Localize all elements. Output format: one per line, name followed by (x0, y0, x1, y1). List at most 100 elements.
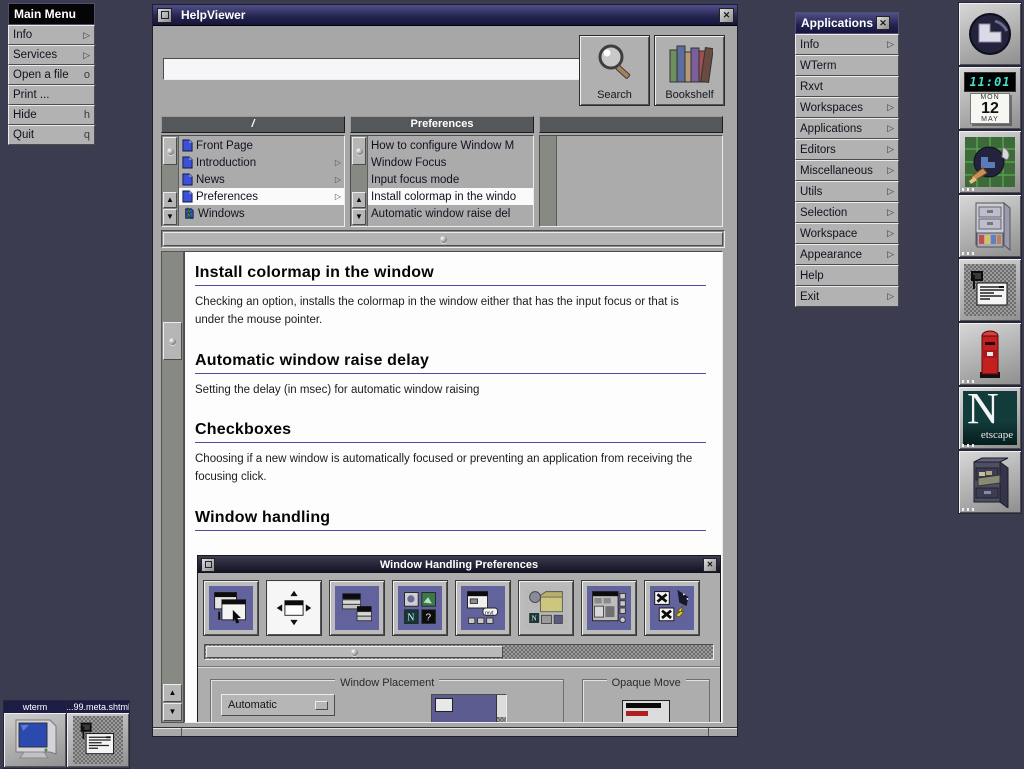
appicon-meta-shtml[interactable]: ...99.meta.shtml (66, 700, 130, 769)
apps-menu-item-appearance[interactable]: Appearance▷ (795, 244, 899, 265)
apps-menu-item-info[interactable]: Info▷ (795, 34, 899, 55)
document-icon (182, 190, 193, 203)
scroll-up-button[interactable]: ▲ (163, 684, 182, 702)
list-item-window-focus[interactable]: Window Focus (368, 154, 533, 171)
miniaturize-button[interactable] (157, 8, 172, 23)
submenu-arrow-icon: ▷ (887, 39, 894, 50)
apps-menu-item-exit[interactable]: Exit▷ (795, 286, 899, 307)
main-menu-item-open-a-file[interactable]: Open a file o (8, 65, 95, 85)
running-indicator (962, 444, 976, 447)
checkered-document-icon (73, 716, 123, 764)
column-items (557, 136, 722, 226)
scrollbar-thumb[interactable] (163, 137, 177, 165)
dock-tile-clock-calendar[interactable]: 11:01 MON 12 MAY (958, 66, 1022, 130)
dock-tile-archive-cabinet[interactable] (958, 450, 1022, 514)
apps-menu-item-wterm[interactable]: WTerm (795, 55, 899, 76)
calendar-icon: MON 12 MAY (970, 93, 1010, 124)
svg-text:N: N (531, 615, 537, 623)
desktop: { "colors": { "desktop_bg": "#3c3c50", "… (0, 0, 1024, 768)
window-resizebar[interactable] (153, 727, 737, 736)
column-header: Preferences (350, 116, 534, 133)
dock-tile-file-cabinet[interactable] (958, 194, 1022, 258)
scroll-down-button[interactable]: ▼ (352, 209, 366, 225)
scroll-down-button[interactable]: ▼ (163, 703, 182, 721)
dock-tile-netscape[interactable]: N etscape (958, 386, 1022, 450)
content-vertical-scrollbar[interactable]: ▲ ▼ (161, 251, 184, 723)
menu-item-label: Exit (800, 291, 887, 303)
dock-tile-window-maker[interactable] (958, 2, 1022, 66)
window-placement-group: Window Placement Automatic (210, 679, 564, 723)
list-item-news[interactable]: News ▷ (179, 171, 344, 188)
scroll-down-button[interactable]: ▼ (163, 209, 177, 225)
main-menu-title[interactable]: Main Menu (8, 3, 95, 25)
main-menu-item-quit[interactable]: Quit q (8, 125, 95, 145)
menu-item-label: Miscellaneous (800, 165, 887, 177)
scroll-up-button[interactable]: ▲ (163, 192, 177, 208)
apps-menu-item-help[interactable]: Help (795, 265, 899, 286)
list-item-introduction[interactable]: Introduction ▷ (179, 154, 344, 171)
apps-menu-item-workspace[interactable]: Workspace▷ (795, 223, 899, 244)
applications-menu-titlebar[interactable]: Applications ✕ (795, 12, 899, 34)
list-item-automatic-raise[interactable]: Automatic window raise del (368, 205, 533, 222)
main-menu-item-print[interactable]: Print ... (8, 85, 95, 105)
miniaturize-icon (205, 561, 212, 568)
search-button[interactable]: Search (579, 35, 650, 106)
menu-item-label: Workspaces (800, 102, 887, 114)
apps-menu-item-applications[interactable]: Applications▷ (795, 118, 899, 139)
column-header (539, 116, 723, 133)
scroll-up-button[interactable]: ▲ (352, 192, 366, 208)
column-scrollbar[interactable]: ▲ ▼ (351, 136, 368, 226)
embedded-titlebar: Window Handling Preferences ✕ (198, 556, 720, 573)
scrollbar-thumb[interactable] (163, 322, 182, 360)
list-item-how-to-configure[interactable]: How to configure Window M (368, 137, 533, 154)
apps-menu-item-rxvt[interactable]: Rxvt (795, 76, 899, 97)
apps-menu-item-selection[interactable]: Selection▷ (795, 202, 899, 223)
close-button[interactable]: ✕ (876, 16, 890, 30)
embedded-window-title: Window Handling Preferences (218, 559, 700, 571)
dock-tile-postbox-mail[interactable] (958, 322, 1022, 386)
submenu-arrow-icon: ▷ (887, 291, 894, 302)
column-scrollbar[interactable]: ▲ ▼ (162, 136, 179, 226)
digital-clock: 11:01 (964, 72, 1016, 92)
helpviewer-window: HelpViewer ✕ Search Bookshelf (152, 4, 738, 737)
bookshelf-button[interactable]: Bookshelf (654, 35, 725, 106)
list-item-label: How to configure Window M (371, 140, 530, 152)
list-item-label: Input focus mode (371, 174, 530, 186)
tile-window-handling (266, 580, 322, 636)
main-menu-item-services[interactable]: Services ▷ (8, 45, 95, 65)
main-menu-item-info[interactable]: Info ▷ (8, 25, 95, 45)
dock-tile-text-editor[interactable] (958, 258, 1022, 322)
apps-menu-item-utils[interactable]: Utils▷ (795, 181, 899, 202)
helpviewer-titlebar[interactable]: HelpViewer ✕ (153, 5, 737, 26)
list-item-windows[interactable]: Windows (179, 205, 344, 222)
apps-menu-item-editors[interactable]: Editors▷ (795, 139, 899, 160)
list-item-preferences[interactable]: Preferences ▷ (179, 188, 344, 205)
list-item-front-page[interactable]: Front Page (179, 137, 344, 154)
apps-menu-item-miscellaneous[interactable]: Miscellaneous▷ (795, 160, 899, 181)
tile-path-prefs: N (518, 580, 574, 636)
window-handling-icon (274, 588, 314, 628)
scrollbar-thumb[interactable] (352, 137, 366, 165)
tile-crash-prefs (644, 580, 700, 636)
appicon-wterm[interactable]: wterm (3, 700, 67, 769)
submenu-arrow-icon: ▷ (887, 207, 894, 218)
thumb-dimple-icon (167, 148, 174, 155)
content-area: ▲ ▼ Install colormap in the window Check… (161, 251, 723, 723)
column-scrollbar[interactable] (540, 136, 557, 226)
apps-menu-item-workspaces[interactable]: Workspaces▷ (795, 97, 899, 118)
close-button[interactable]: ✕ (719, 8, 734, 23)
search-input[interactable] (163, 58, 582, 80)
scrollbar-thumb[interactable] (163, 232, 723, 246)
crash-prefs-icon (652, 588, 692, 628)
list-item-install-colormap[interactable]: Install colormap in the windo (368, 188, 533, 205)
browser-horizontal-scrollbar[interactable] (161, 230, 725, 248)
menu-item-label: Workspace (800, 228, 887, 240)
browser-column-root: / ▲ ▼ Front Page Introduction ▷ (161, 116, 345, 227)
submenu-arrow-icon: ▷ (887, 249, 894, 260)
dock-tile-paint-config[interactable] (958, 130, 1022, 194)
thumb-dimple-icon (356, 148, 363, 155)
list-item-input-focus-mode[interactable]: Input focus mode (368, 171, 533, 188)
main-menu-item-hide[interactable]: Hide h (8, 105, 95, 125)
thumb-dimple-icon (169, 338, 176, 345)
menu-item-label: Hide (13, 109, 84, 121)
